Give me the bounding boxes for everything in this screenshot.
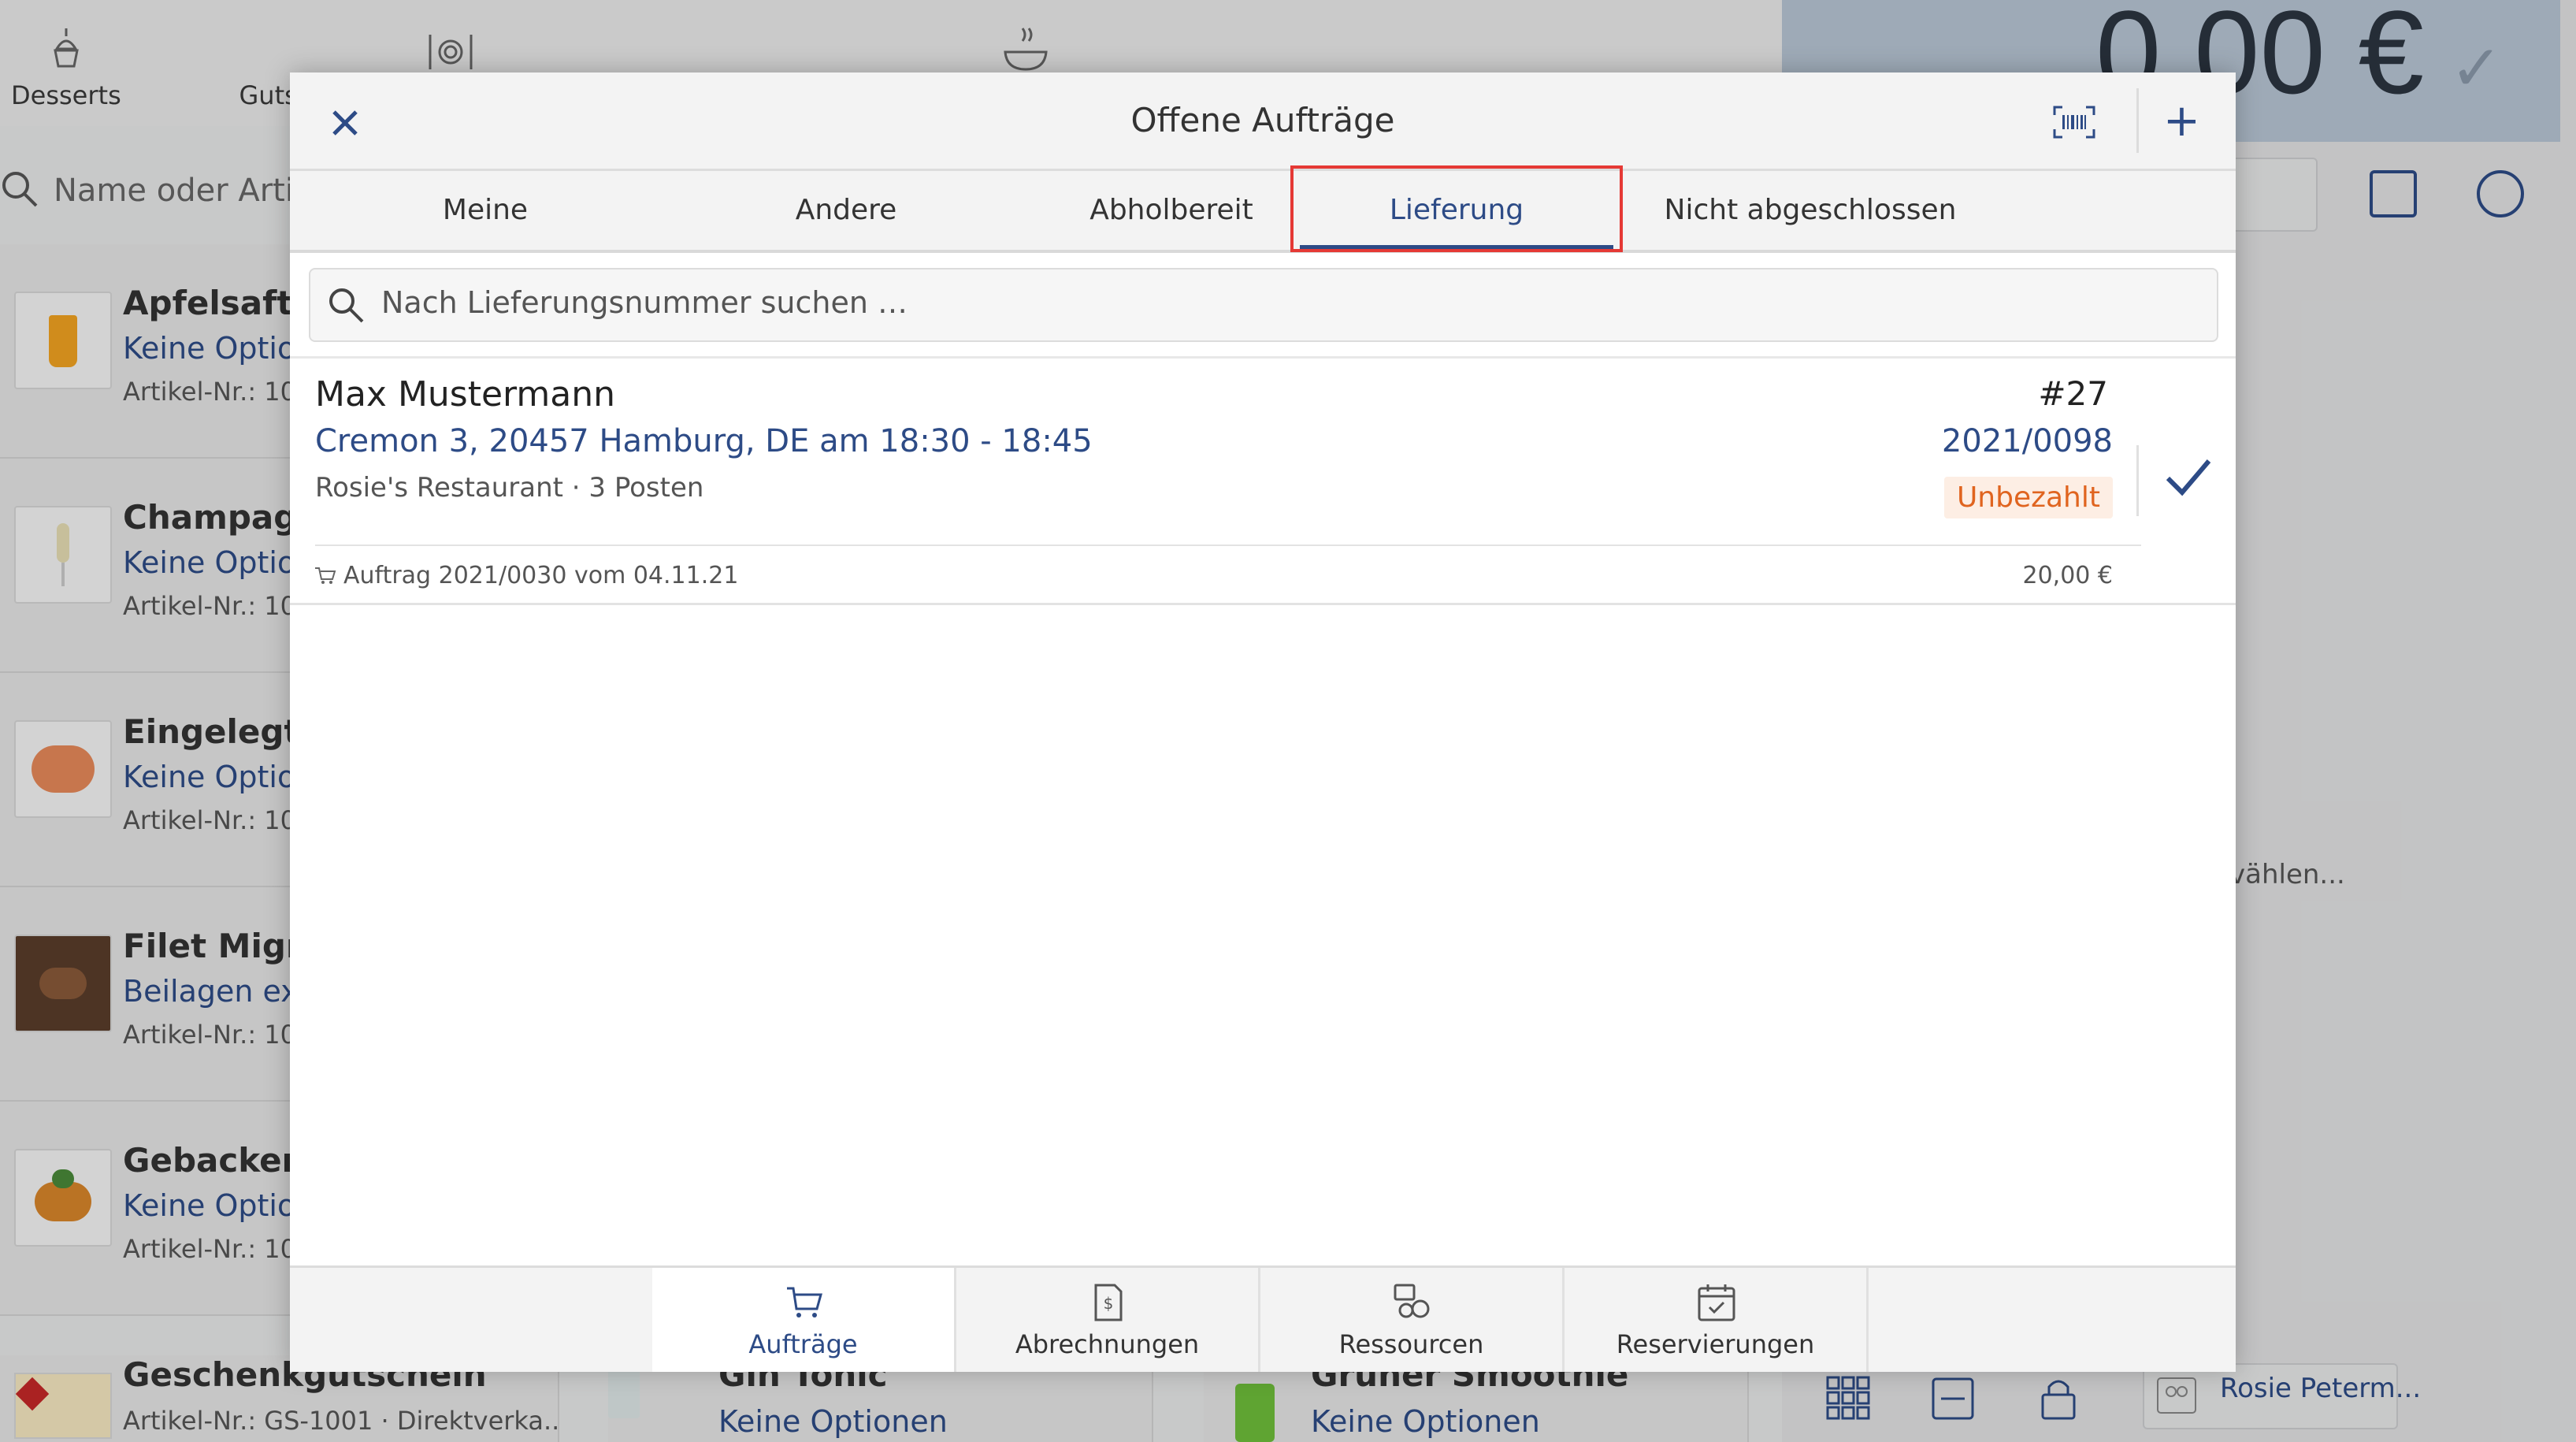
tab-abholbereit[interactable]: Abholbereit	[1011, 171, 1331, 250]
delivery-address: Cremon 3, 20457 Hamburg, DE am 18:30 - 1…	[315, 423, 1093, 459]
status-badge: Unbezahlt	[1943, 477, 2113, 518]
tab-label: Abholbereit	[1089, 194, 1253, 226]
tab-meine[interactable]: Meine	[290, 171, 681, 250]
row-inner-divider	[315, 544, 2141, 546]
order-amount: 20,00 €	[2022, 562, 2113, 589]
cart-icon	[787, 1287, 822, 1317]
search-placeholder: Nach Lieferungsnummer suchen …	[381, 285, 908, 320]
highlight-box	[1290, 165, 1623, 252]
open-orders-modal: Offene Aufträge + Meine Andere Abholbere…	[290, 72, 2236, 1372]
tab-label: Nicht abgeschlossen	[1664, 194, 1957, 226]
order-reference: 2021/0098	[1941, 423, 2113, 459]
order-number: #27	[2038, 374, 2108, 413]
add-order-button[interactable]: +	[2163, 99, 2200, 143]
barcode-scan-button[interactable]	[2053, 106, 2095, 139]
nav-label: Aufträge	[748, 1329, 858, 1359]
bottom-nav: Aufträge $ Abrechnungen Ressourcen Reser…	[290, 1265, 2236, 1372]
nav-label: Reservierungen	[1616, 1329, 1815, 1359]
nav-abrechnungen[interactable]: $ Abrechnungen	[956, 1268, 1260, 1372]
resources-icon	[1394, 1284, 1430, 1318]
receipt-icon: $	[1094, 1284, 1123, 1321]
barcode-icon	[2053, 106, 2095, 139]
order-meta: Rosie's Restaurant · 3 Posten	[315, 472, 704, 504]
tab-label: Andere	[795, 194, 897, 226]
nav-label: Ressourcen	[1338, 1329, 1484, 1359]
calendar-icon	[1698, 1284, 1735, 1321]
tab-label: Meine	[442, 194, 529, 226]
nav-ressourcen[interactable]: Ressourcen	[1260, 1268, 1565, 1372]
tab-andere[interactable]: Andere	[681, 171, 1011, 250]
row-divider	[2136, 445, 2139, 516]
complete-order-button[interactable]	[2157, 445, 2220, 508]
nav-auftraege[interactable]: Aufträge	[652, 1268, 956, 1372]
customer-name: Max Mustermann	[315, 374, 615, 414]
tab-nicht-abgeschlossen[interactable]: Nicht abgeschlossen	[1629, 171, 1991, 250]
modal-title: Offene Aufträge	[1130, 101, 1395, 139]
bottom-nav-spacer	[290, 1268, 652, 1372]
modal-header: Offene Aufträge +	[290, 72, 2236, 171]
search-icon	[329, 288, 364, 323]
nav-reservierungen[interactable]: Reservierungen	[1565, 1268, 1869, 1372]
checkmark-icon	[2166, 459, 2211, 496]
nav-label: Abrechnungen	[1015, 1329, 1200, 1359]
header-divider	[2136, 88, 2139, 153]
svg-text:$: $	[1104, 1294, 1114, 1313]
cart-icon	[315, 567, 336, 584]
order-row[interactable]: Max Mustermann Cremon 3, 20457 Hamburg, …	[290, 359, 2236, 605]
delivery-search-input[interactable]: Nach Lieferungsnummer suchen …	[309, 268, 2218, 342]
order-info-text: Auftrag 2021/0030 vom 04.11.21	[343, 562, 739, 589]
order-info: Auftrag 2021/0030 vom 04.11.21	[314, 562, 738, 589]
order-tabs: Meine Andere Abholbereit Lieferung Nicht…	[290, 171, 2236, 253]
